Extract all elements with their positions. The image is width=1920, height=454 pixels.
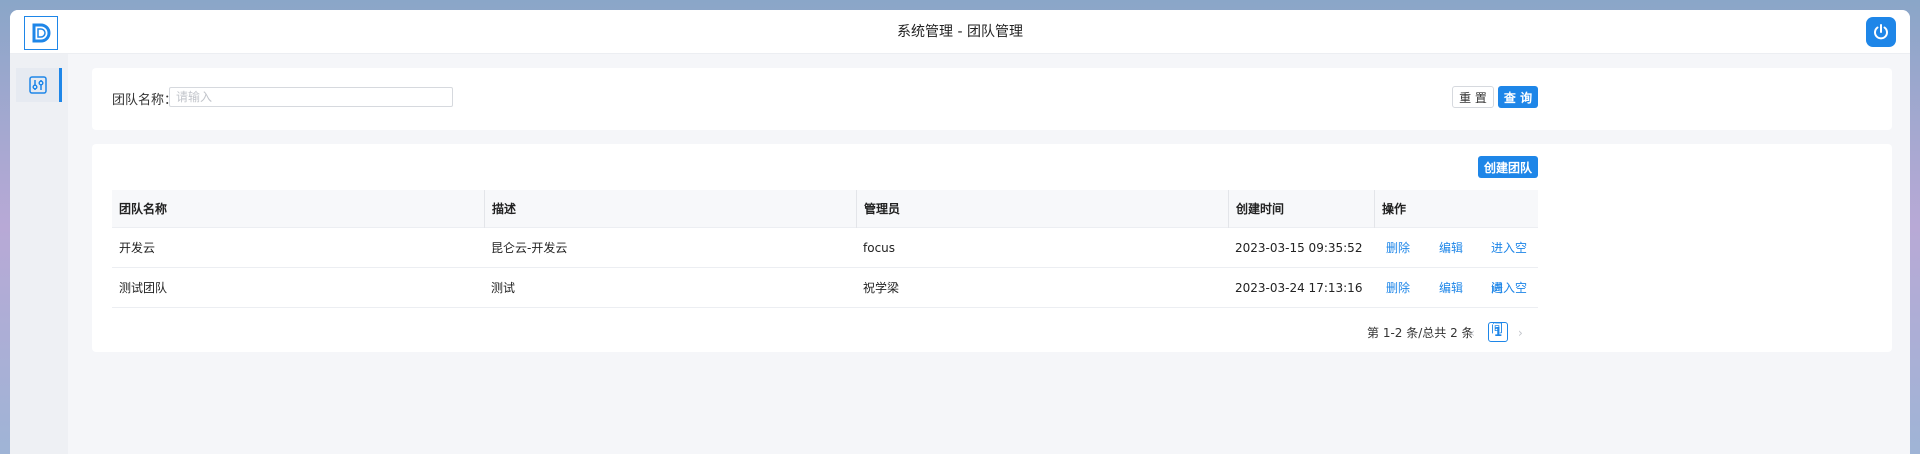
team-name-input[interactable]	[169, 87, 453, 107]
cell-created-time: 2023-03-15 09:35:52	[1235, 241, 1363, 255]
next-page-icon[interactable]: ›	[1518, 323, 1523, 343]
column-header-actions: 操作	[1374, 190, 1538, 228]
cell-description: 昆仑云-开发云	[491, 241, 568, 255]
prev-page-icon[interactable]: ‹	[1470, 323, 1475, 343]
table-header: 团队名称 描述 管理员 创建时间 操作	[112, 190, 1538, 228]
cell-team-name: 测试团队	[119, 281, 168, 295]
cell-team-name: 开发云	[119, 241, 156, 255]
create-team-button[interactable]: 创建团队	[1478, 156, 1538, 178]
team-name-label: 团队名称：	[112, 93, 178, 108]
search-panel: 团队名称： 重 置 查 询	[92, 68, 1892, 130]
cell-admin: 祝学梁	[863, 281, 900, 295]
query-button[interactable]: 查 询	[1498, 86, 1538, 108]
table-row: 开发云 昆仑云-开发云 focus 2023-03-15 09:35:52 删除…	[112, 228, 1538, 295]
power-icon[interactable]	[1866, 17, 1896, 47]
edit-link[interactable]: 编辑	[1432, 228, 1463, 268]
column-header-created: 创建时间	[1228, 190, 1374, 228]
app-window: 系统管理 - 团队管理 团队名称： 重 置 查 询 创建团队 团队名称	[10, 10, 1910, 454]
pagination-summary: 第 1-2 条/总共 2 条	[1367, 326, 1474, 340]
enter-space-link[interactable]: 进入空间	[1484, 228, 1538, 295]
delete-link[interactable]: 删除	[1379, 268, 1410, 308]
team-table-panel: 创建团队 团队名称 描述 管理员 创建时间 操作 开发云 昆仑云-开发云 foc…	[92, 144, 1892, 352]
reset-button[interactable]: 重 置	[1452, 86, 1494, 108]
title-bar: 系统管理 - 团队管理	[10, 10, 1910, 54]
column-header-admin: 管理员	[856, 190, 1228, 228]
delete-link[interactable]: 删除	[1379, 228, 1410, 268]
column-header-name: 团队名称	[119, 202, 168, 216]
page-number-current[interactable]: 1	[1488, 322, 1508, 342]
sidebar-item-system-settings[interactable]	[16, 68, 62, 102]
cell-created-time: 2023-03-24 17:13:16	[1235, 281, 1363, 295]
column-header-description: 描述	[484, 190, 856, 228]
sliders-icon	[28, 76, 47, 94]
cell-description: 测试	[491, 281, 516, 295]
edit-link[interactable]: 编辑	[1432, 268, 1463, 308]
table-row: 测试团队 测试 祝学梁 2023-03-24 17:13:16 删除 编辑 进入…	[112, 268, 1538, 335]
window-title: 系统管理 - 团队管理	[897, 24, 1023, 40]
cell-admin: focus	[863, 241, 896, 255]
sidebar	[10, 54, 68, 454]
enter-space-link[interactable]: 进入空间	[1484, 268, 1538, 335]
